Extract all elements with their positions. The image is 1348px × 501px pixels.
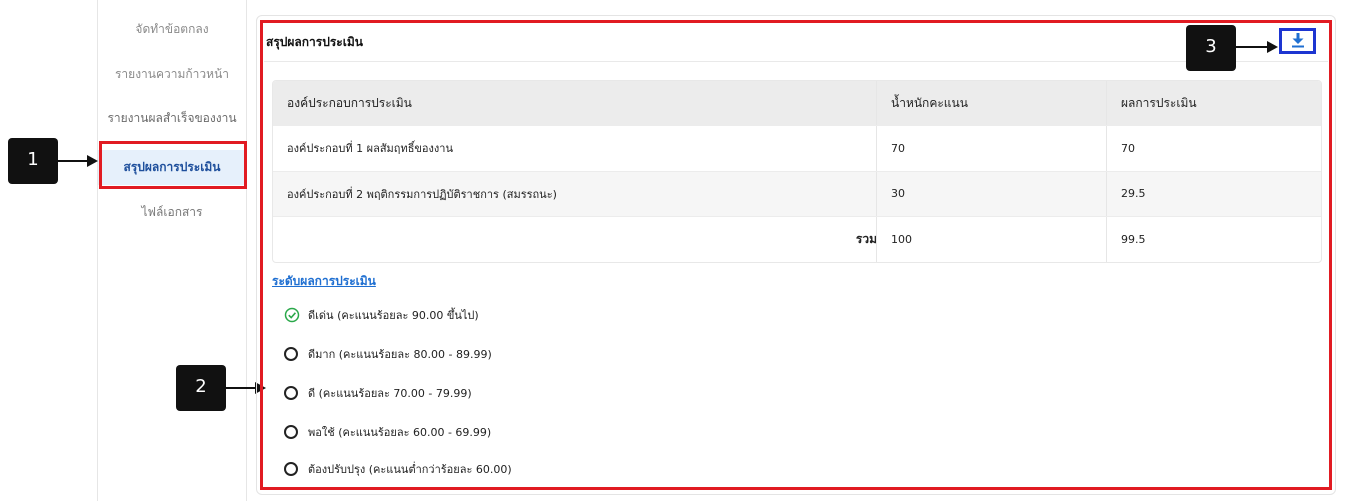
highlight-frame-active-menu bbox=[99, 141, 247, 189]
callout-arrow-1-head bbox=[87, 155, 98, 167]
sidebar-item-work-result-report[interactable]: รายงานผลสำเร็จของงาน bbox=[98, 109, 246, 128]
highlight-frame-summary-card bbox=[260, 20, 1332, 490]
callout-arrow-2-line bbox=[226, 387, 256, 389]
callout-badge-1: 1 bbox=[8, 138, 58, 184]
sidebar-right-border bbox=[246, 0, 247, 501]
sidebar-item-agreement[interactable]: จัดทำข้อตกลง bbox=[98, 20, 246, 39]
sidebar-item-documents[interactable]: ไฟล์เอกสาร bbox=[98, 203, 246, 222]
callout-badge-2: 2 bbox=[176, 365, 226, 411]
sidebar-item-progress-report[interactable]: รายงานความก้าวหน้า bbox=[98, 65, 246, 84]
callout-arrow-1-line bbox=[58, 160, 88, 162]
